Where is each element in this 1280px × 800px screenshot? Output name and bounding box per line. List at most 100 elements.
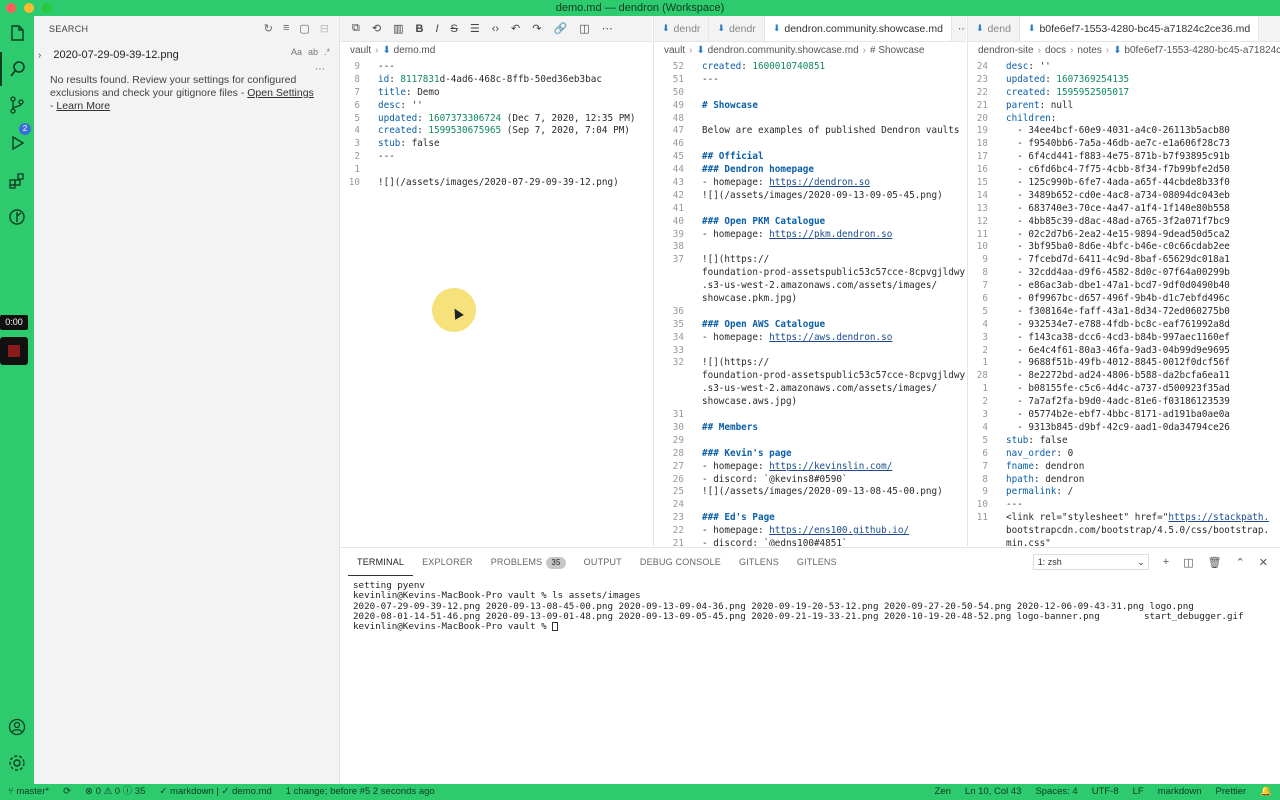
code-line[interactable]: 52 created: 1600010740851 bbox=[654, 61, 966, 74]
code-line[interactable]: min.css" bbox=[968, 538, 1280, 546]
code-line[interactable]: 3 - f143ca38-dcc6-4cd3-b84b-997aec1160ef bbox=[968, 332, 1280, 345]
code-line[interactable]: showcase.pkm.jpg) bbox=[654, 293, 966, 306]
indent-status[interactable]: Spaces: 4 bbox=[1035, 784, 1077, 800]
cursor-position[interactable]: Ln 10, Col 43 bbox=[965, 784, 1022, 800]
code-line[interactable]: 29 bbox=[654, 435, 966, 448]
code-line[interactable]: 14 - 3489b652-cd0e-4ac8-a734-08094dc043e… bbox=[968, 190, 1280, 203]
code-line[interactable]: 5 updated: 1607373306724 (Dec 7, 2020, 12… bbox=[340, 113, 652, 126]
toggle-preview-icon[interactable]: ⧉ bbox=[352, 22, 360, 35]
code-line[interactable]: 3 stub: false bbox=[340, 138, 652, 151]
editor-2-more-icon[interactable]: ⋯ bbox=[958, 23, 966, 35]
code-line[interactable]: 1 bbox=[340, 164, 652, 177]
terminal-shell-select[interactable]: 1: zsh ⌄ bbox=[1032, 554, 1149, 570]
split-terminal-icon[interactable]: ◫ bbox=[1183, 556, 1193, 569]
refresh-icon[interactable]: ↻ bbox=[264, 22, 273, 35]
code-line[interactable]: foundation-prod-assetspublic53c57cce-8cp… bbox=[654, 267, 966, 280]
code-line[interactable]: 10 --- bbox=[968, 499, 1280, 512]
code-line[interactable]: 9 permalink: / bbox=[968, 486, 1280, 499]
more-actions-icon[interactable]: ⋯ bbox=[602, 22, 613, 35]
minimize-window-button[interactable] bbox=[24, 3, 34, 13]
code-line[interactable]: 1 - 9688f51b-49fb-4012-8845-0012f0dcf56f bbox=[968, 357, 1280, 370]
notifications-icon[interactable]: 🔔 bbox=[1260, 784, 1272, 800]
code-line[interactable]: 41 bbox=[654, 203, 966, 216]
code-line[interactable]: 2 - 6e4c4f61-80a3-46fa-9ad3-04b99d9e9695 bbox=[968, 345, 1280, 358]
code-line[interactable]: 6 desc: '' bbox=[340, 100, 652, 113]
code-line[interactable]: 33 bbox=[654, 345, 966, 358]
code-line[interactable]: 47 Below are examples of published Dendro… bbox=[654, 125, 966, 138]
new-terminal-icon[interactable]: + bbox=[1163, 556, 1169, 568]
code-line[interactable]: 10 ![](/assets/images/2020-07-29-09-39-12… bbox=[340, 177, 652, 190]
collapse-all-icon[interactable]: ⊟ bbox=[320, 22, 329, 35]
code-line[interactable]: 16 - c6fd6bc4-7f75-4cbb-8f34-f7b99bfe2d5… bbox=[968, 164, 1280, 177]
code-line[interactable]: .s3-us-west-2.amazonaws.com/assets/image… bbox=[654, 383, 966, 396]
code-line[interactable]: 1 - b08155fe-c5c6-4d4c-a737-d500923f35ad bbox=[968, 383, 1280, 396]
code-line[interactable]: .s3-us-west-2.amazonaws.com/assets/image… bbox=[654, 280, 966, 293]
sync-status[interactable]: ⟳ bbox=[63, 784, 71, 800]
language-status[interactable]: ✓ markdown | ✓ demo.md bbox=[159, 784, 271, 800]
code-line[interactable]: 8 hpath: dendron bbox=[968, 474, 1280, 487]
editor-3-text[interactable]: 24 desc: '' 23 updated: 1607369254135 22 crea… bbox=[968, 61, 1280, 546]
code-line[interactable]: 46 bbox=[654, 138, 966, 151]
tab-b0fe6ef7[interactable]: ⬇ b0fe6ef7-1553-4280-bc45-a71824c2ce36.md bbox=[1019, 16, 1260, 41]
code-line[interactable]: 28 - 8e2272bd-ad24-4806-b588-da2bcfa6ea1… bbox=[968, 370, 1280, 383]
tab-output[interactable]: OUTPUT bbox=[575, 548, 631, 576]
code-line[interactable]: showcase.aws.jpg) bbox=[654, 396, 966, 409]
code-line[interactable]: 4 created: 1599530675965 (Sep 7, 2020, 7:… bbox=[340, 125, 652, 138]
code-line[interactable]: 23 ### Ed's Page bbox=[654, 512, 966, 525]
search-icon[interactable] bbox=[0, 52, 34, 86]
change-status[interactable]: 1 change; before #5 2 seconds ago bbox=[286, 784, 435, 800]
code-line[interactable]: 30 ## Members bbox=[654, 422, 966, 435]
code-line[interactable]: 35 ### Open AWS Catalogue bbox=[654, 319, 966, 332]
editor-2-text[interactable]: 52 created: 1600010740851 51 --- 50 49 # Showc… bbox=[654, 61, 966, 546]
code-line[interactable]: 49 # Showcase bbox=[654, 100, 966, 113]
code-line[interactable]: 6 nav_order: 0 bbox=[968, 448, 1280, 461]
regex-option[interactable]: .* bbox=[324, 47, 330, 57]
zen-status[interactable]: Zen bbox=[935, 784, 951, 800]
terminal-output[interactable]: setting pyenv kevinlin@Kevins-MacBook-Pro… bbox=[353, 580, 1244, 632]
code-line[interactable]: 21 parent: null bbox=[968, 100, 1280, 113]
code-line[interactable]: 24 desc: '' bbox=[968, 61, 1280, 74]
code-icon[interactable]: ‹› bbox=[492, 23, 499, 35]
editor-1-text[interactable]: 9 --- 8 id: 8117831d-4ad6-468c-8ffb-50ed36e… bbox=[340, 61, 652, 190]
kill-terminal-icon[interactable]: 🗑 bbox=[1208, 556, 1222, 569]
tab-gitlens-2[interactable]: GITLENS bbox=[788, 548, 846, 576]
breadcrumb-file[interactable]: demo.md bbox=[394, 45, 436, 56]
code-line[interactable]: 3 - 05774b2e-ebf7-4bbc-8171-ad191ba0ae0a bbox=[968, 409, 1280, 422]
code-line[interactable]: 4 - 9313b845-d9bf-42c9-aad1-0da34794ce26 bbox=[968, 422, 1280, 435]
code-line[interactable]: 5 - f308164e-faff-43a1-8d34-72ed060275b0 bbox=[968, 306, 1280, 319]
code-line[interactable]: 8 id: 8117831d-4ad6-468c-8ffb-50ed36eb3ba… bbox=[340, 74, 652, 87]
code-line[interactable]: 26 - discord: `@kevins8#0590` bbox=[654, 474, 966, 487]
link-icon[interactable]: 🔗 bbox=[553, 22, 567, 35]
tab-dendron-3[interactable]: ⬇ dend bbox=[968, 16, 1020, 41]
code-line[interactable]: 22 - homepage: https://ens100.github.io/ bbox=[654, 525, 966, 538]
code-line[interactable]: 48 bbox=[654, 113, 966, 126]
code-line[interactable]: 31 bbox=[654, 409, 966, 422]
tab-gitlens-1[interactable]: GITLENS bbox=[730, 548, 788, 576]
code-line[interactable]: 4 - 932534e7-e788-4fdb-bc8c-eaf761992a8d bbox=[968, 319, 1280, 332]
code-line[interactable]: 44 ### Dendron homepage bbox=[654, 164, 966, 177]
git-graph-icon[interactable] bbox=[0, 200, 34, 234]
toggle-replace-icon[interactable]: › bbox=[38, 50, 41, 61]
code-line[interactable]: 11 - 02c2d7b6-2ea2-4e15-9894-9dead50d5ca… bbox=[968, 229, 1280, 242]
code-line[interactable]: 38 bbox=[654, 241, 966, 254]
tab-dendron-1[interactable]: ⬇ dendr bbox=[654, 16, 710, 41]
code-line[interactable]: 20 children: bbox=[968, 113, 1280, 126]
tab-explorer[interactable]: EXPLORER bbox=[413, 548, 482, 576]
tab-showcase[interactable]: ⬇ dendron.community.showcase.md bbox=[764, 16, 952, 41]
code-line[interactable]: 40 ### Open PKM Catalogue bbox=[654, 216, 966, 229]
code-line[interactable]: foundation-prod-assetspublic53c57cce-8cp… bbox=[654, 370, 966, 383]
match-whole-word-option[interactable]: ab bbox=[308, 47, 318, 57]
code-line[interactable]: 32 ![](https:// bbox=[654, 357, 966, 370]
source-control-icon[interactable] bbox=[0, 88, 34, 122]
code-line[interactable]: 42 ![](/assets/images/2020-09-13-09-05-45… bbox=[654, 190, 966, 203]
bold-icon[interactable]: B bbox=[415, 23, 423, 35]
breadcrumb[interactable]: vault › ⬇ demo.md bbox=[340, 42, 652, 60]
breadcrumb[interactable]: dendron-site › docs › notes › ⬇ b0fe6ef7-1553-… bbox=[968, 42, 1280, 60]
maximize-panel-icon[interactable]: ⌃ bbox=[1236, 556, 1245, 569]
code-line[interactable]: 19 - 34ee4bcf-60e9-4031-a4c0-26113b5acb8… bbox=[968, 125, 1280, 138]
eol-status[interactable]: LF bbox=[1133, 784, 1144, 800]
branch-status[interactable]: ⑂ master* bbox=[8, 784, 49, 800]
code-line[interactable]: 51 --- bbox=[654, 74, 966, 87]
settings-icon[interactable] bbox=[0, 746, 34, 780]
stop-recording-button[interactable] bbox=[0, 337, 28, 365]
